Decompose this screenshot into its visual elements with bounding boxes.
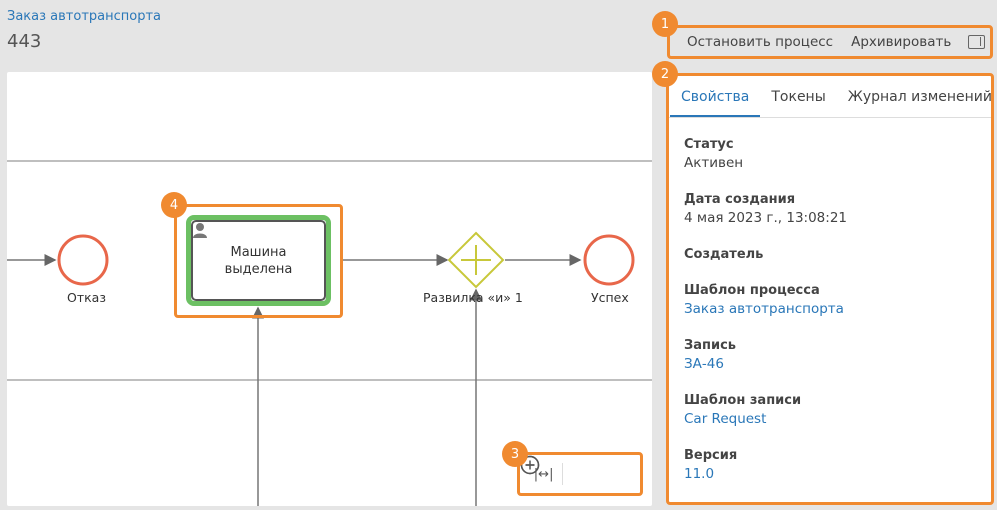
property-label: Дата создания (684, 192, 796, 207)
gateway-label: Развилка «и» 1 (423, 290, 523, 305)
tab-0[interactable]: Свойства (670, 76, 761, 117)
property-value: Активен (684, 155, 744, 171)
property-value: 4 мая 2023 г., 13:08:21 (684, 210, 847, 226)
property-item: Статус Активен (684, 136, 976, 173)
property-item: Создатель (684, 246, 976, 264)
zoom-controls: |↔| (517, 452, 643, 496)
property-item: Версия 11.0 (684, 447, 976, 484)
property-item: Шаблон процесса Заказ автотранспорта (684, 282, 976, 319)
user-task[interactable]: Машина выделена (186, 215, 331, 306)
archive-button[interactable]: Архивировать (842, 34, 960, 50)
property-label: Шаблон процесса (684, 283, 820, 298)
callout-badge-3: 3 (502, 441, 528, 467)
process-diagram[interactable]: Отказ Развилка «и» 1 Успех Машина выделе… (7, 72, 652, 506)
property-item: Дата создания 4 мая 2023 г., 13:08:21 (684, 191, 976, 228)
property-label: Шаблон записи (684, 393, 802, 408)
stop-process-button[interactable]: Остановить процесс (670, 34, 842, 50)
panel-toggle-icon[interactable] (968, 35, 986, 49)
property-value[interactable]: 11.0 (684, 465, 976, 484)
property-item: Запись ЗА-46 (684, 337, 976, 374)
callout-badge-1: 1 (652, 11, 678, 37)
property-item: Шаблон записи Car Request (684, 392, 976, 429)
property-value[interactable]: Заказ автотранспорта (684, 300, 976, 319)
tab-1[interactable]: Токены (760, 76, 836, 117)
task-label: Машина выделена (224, 244, 293, 277)
toolbar: Остановить процесс Архивировать (667, 25, 993, 59)
callout-badge-2: 2 (652, 61, 678, 87)
user-icon (193, 223, 207, 238)
property-value[interactable]: Car Request (684, 410, 976, 429)
breadcrumb[interactable]: Заказ автотранспорта (7, 9, 161, 24)
zoom-divider (561, 463, 563, 485)
property-label: Статус (684, 137, 734, 152)
end-event-success[interactable] (583, 234, 635, 286)
end-event-reject[interactable] (57, 234, 109, 286)
callout-badge-4: 4 (161, 192, 187, 218)
zoom-out-button[interactable] (520, 455, 598, 488)
property-label: Запись (684, 338, 737, 353)
property-value[interactable]: ЗА-46 (684, 355, 976, 374)
page-title: 443 (7, 31, 42, 52)
property-label: Версия (684, 448, 738, 463)
tab-2[interactable]: Журнал изменений (837, 76, 991, 117)
success-label: Успех (591, 290, 629, 305)
property-list: Статус Активен Дата создания 4 мая 2023 г.,… (669, 118, 991, 484)
zoom-in-button[interactable] (520, 455, 633, 488)
properties-panel: Свойства Токены Журнал изменений Статус Акт… (666, 73, 994, 505)
reject-label: Отказ (67, 290, 106, 305)
panel-tabs: Свойства Токены Журнал изменений (669, 76, 991, 118)
property-label: Создатель (684, 247, 764, 262)
